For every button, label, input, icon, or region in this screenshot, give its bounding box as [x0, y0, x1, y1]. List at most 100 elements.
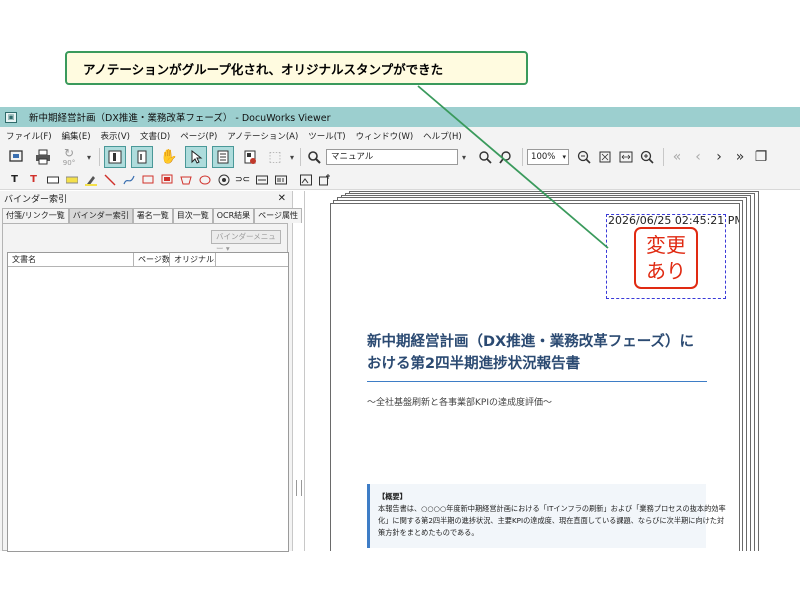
two-page-icon[interactable]: ❐: [752, 146, 770, 168]
stamp-text-line2: あり: [646, 259, 686, 283]
line-icon[interactable]: [103, 173, 116, 186]
rotate-icon[interactable]: ↻ 90°: [59, 146, 79, 168]
tab-signatures[interactable]: 署名一覧: [132, 208, 173, 223]
prev-page-icon[interactable]: ‹: [689, 146, 707, 168]
window-title: 新中期経営計画（DX推進・業務改革フェーズ） - DocuWorks Viewe…: [29, 113, 331, 124]
tab-toc[interactable]: 目次一覧: [172, 208, 213, 223]
first-page-icon[interactable]: «: [668, 146, 686, 168]
stamp-icon[interactable]: [217, 173, 230, 186]
document-title-line2: おける第2四半期進捗状況報告書: [367, 356, 581, 372]
summary-text-line1: 本報告書は、○○○○年度新中期経営計画における「ITインフラの刷新」および「業務…: [378, 504, 726, 513]
export-icon[interactable]: ⬚: [266, 146, 284, 168]
tab-ocr-results[interactable]: OCR結果: [212, 208, 255, 223]
callout-annotation: アノテーションがグループ化され、オリジナルスタンプができた: [65, 51, 528, 85]
toolbar-separator: [522, 148, 524, 166]
search-icon[interactable]: [305, 146, 323, 168]
panel-body: バインダーメニュー ▾ 文書名 ページ数 オリジナル...: [2, 223, 289, 552]
polygon-icon[interactable]: [160, 173, 173, 186]
last-page-icon[interactable]: »: [731, 146, 749, 168]
tab-binder-index[interactable]: バインダー索引: [68, 208, 133, 223]
menu-bar: ファイル(F) 編集(E) 表示(V) 文書(D) ページ(P) アノテーション…: [0, 127, 800, 144]
panel-header: バインダー索引 ✕: [0, 191, 292, 206]
zoom-in-icon[interactable]: [638, 146, 656, 168]
date-stamp-icon[interactable]: [255, 173, 268, 186]
title-bar: ▣ 新中期経営計画（DX推進・業務改革フェーズ） - DocuWorks Vie…: [0, 107, 800, 127]
freehand-icon[interactable]: [122, 173, 135, 186]
marker-yellow-icon[interactable]: [65, 173, 78, 186]
document-title-line1: 新中期経営計画（DX推進・業務改革フェーズ）に: [367, 334, 694, 350]
link-icon[interactable]: ⊃⊂: [235, 173, 250, 186]
annotation-toolbar: T T ⊃⊂: [0, 170, 800, 190]
sticky-note-icon[interactable]: [46, 173, 59, 186]
stamp-text-line1: 変更: [646, 233, 686, 257]
column-header-document-name[interactable]: 文書名: [8, 253, 134, 266]
document-page: 変更 あり 2026/06/25 02:45:21 PM 新中期経営計画（DX推…: [330, 203, 740, 551]
summary-text-line3: 策方針をまとめたものである。: [378, 528, 479, 537]
rectangle-icon[interactable]: [141, 173, 154, 186]
fit-page-icon[interactable]: [596, 146, 614, 168]
docuworks-app-icon: ▣: [5, 111, 17, 123]
text-select-icon[interactable]: [131, 146, 154, 168]
summary-text-line2: 化」に関する第2四半期の進捗状況、主要KPIの達成度、現在直面している課題、なら…: [378, 516, 725, 525]
next-page-icon[interactable]: ›: [710, 146, 728, 168]
search-dropdown-icon[interactable]: ▾: [462, 153, 466, 162]
menu-view[interactable]: 表示(V): [101, 130, 130, 142]
document-title: 新中期経営計画（DX推進・業務改革フェーズ）に おける第2四半期進捗状況報告書: [367, 331, 707, 375]
thumbnail-icon[interactable]: [239, 146, 261, 168]
toolbar-separator: [300, 148, 302, 166]
open-desk-icon[interactable]: [5, 146, 27, 168]
shape-icon[interactable]: [179, 173, 192, 186]
menu-document[interactable]: 文書(D): [140, 130, 170, 142]
text-annotation-icon[interactable]: T: [8, 173, 21, 186]
summary-label: 【概要】: [378, 492, 407, 501]
zoom-value: 100%: [531, 152, 556, 162]
page-view-icon[interactable]: [104, 146, 127, 168]
toolbar-separator: [99, 148, 101, 166]
summary-box: 【概要】 本報告書は、○○○○年度新中期経営計画における「ITインフラの刷新」お…: [367, 484, 726, 548]
tab-page-attributes[interactable]: ページ属性: [254, 208, 302, 223]
chevron-down-icon: ▾: [562, 153, 567, 161]
binder-index-panel: バインダー索引 ✕ 付箋/リンク一覧 バインダー索引 署名一覧 目次一覧 OCR…: [0, 191, 302, 552]
fit-width-icon[interactable]: [617, 146, 635, 168]
menu-page[interactable]: ページ(P): [180, 130, 217, 142]
panel-title: バインダー索引: [4, 195, 68, 205]
export-dropdown-icon[interactable]: ▾: [290, 153, 294, 162]
title-underline: [367, 381, 707, 382]
zoom-out-icon[interactable]: [575, 146, 593, 168]
main-toolbar: ↻ 90° ▾ ✋ ⬚ ▾ マニュアル ▾ 100% ▾ « ‹ › » ❐: [0, 144, 800, 170]
menu-annotation[interactable]: アノテーション(A): [227, 130, 298, 142]
ellipse-icon[interactable]: [198, 173, 211, 186]
custom-stamp[interactable]: 変更 あり: [634, 227, 698, 289]
menu-tools[interactable]: ツール(T): [308, 130, 345, 142]
barcode-icon[interactable]: [274, 173, 287, 186]
panel-splitter[interactable]: [296, 480, 302, 496]
annotation-list-icon[interactable]: [212, 146, 235, 168]
menu-edit[interactable]: 編集(E): [62, 130, 91, 142]
search-input[interactable]: マニュアル: [326, 149, 459, 165]
binder-menu-button[interactable]: バインダーメニュー ▾: [211, 230, 281, 253]
column-header-page-count[interactable]: ページ数: [134, 253, 170, 266]
zoom-select[interactable]: 100% ▾: [527, 149, 570, 165]
tab-sticky-links[interactable]: 付箋/リンク一覧: [2, 208, 69, 223]
add-annotation-icon[interactable]: [318, 173, 331, 186]
print-icon[interactable]: [32, 146, 54, 168]
close-icon[interactable]: ✕: [278, 193, 286, 204]
panel-tabs: 付箋/リンク一覧 バインダー索引 署名一覧 目次一覧 OCR結果 ページ属性: [2, 208, 302, 223]
red-text-annotation-icon[interactable]: T: [27, 173, 40, 186]
toolbar-separator: [663, 148, 665, 166]
image-annotation-icon[interactable]: [299, 173, 312, 186]
column-header-original[interactable]: オリジナル...: [170, 253, 216, 266]
menu-help[interactable]: ヘルプ(H): [423, 130, 462, 142]
search-next-icon[interactable]: [476, 146, 494, 168]
select-arrow-icon[interactable]: [185, 146, 208, 168]
hand-tool-icon[interactable]: ✋: [158, 146, 180, 168]
menu-window[interactable]: ウィンドウ(W): [356, 130, 414, 142]
rotate-label: 90°: [62, 159, 76, 167]
list-header: 文書名 ページ数 オリジナル...: [8, 253, 288, 267]
search-prev-icon[interactable]: [497, 146, 515, 168]
menu-file[interactable]: ファイル(F): [6, 130, 52, 142]
binder-document-list[interactable]: 文書名 ページ数 オリジナル...: [7, 252, 289, 552]
highlighter-icon[interactable]: [84, 173, 97, 186]
rotate-dropdown-icon[interactable]: ▾: [87, 153, 91, 162]
date-time-annotation: 2026/06/25 02:45:21 PM: [608, 214, 740, 227]
